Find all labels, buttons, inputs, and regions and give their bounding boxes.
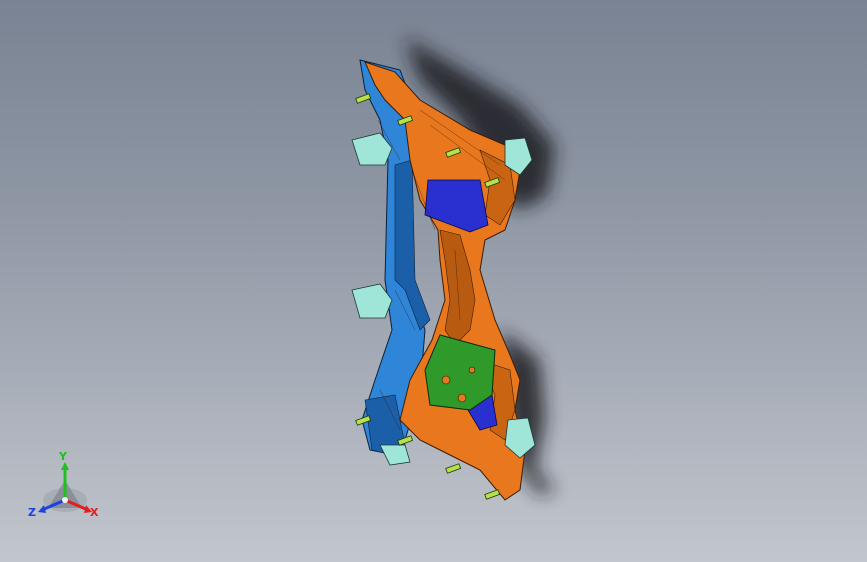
graphics-viewport[interactable]: Y X Z xyxy=(0,0,867,562)
y-axis-label: Y xyxy=(59,450,67,463)
cad-model[interactable] xyxy=(0,0,867,562)
x-axis-label: X xyxy=(90,506,99,519)
z-axis-label: Z xyxy=(28,506,36,519)
coordinate-triad: Y X Z xyxy=(22,450,112,530)
